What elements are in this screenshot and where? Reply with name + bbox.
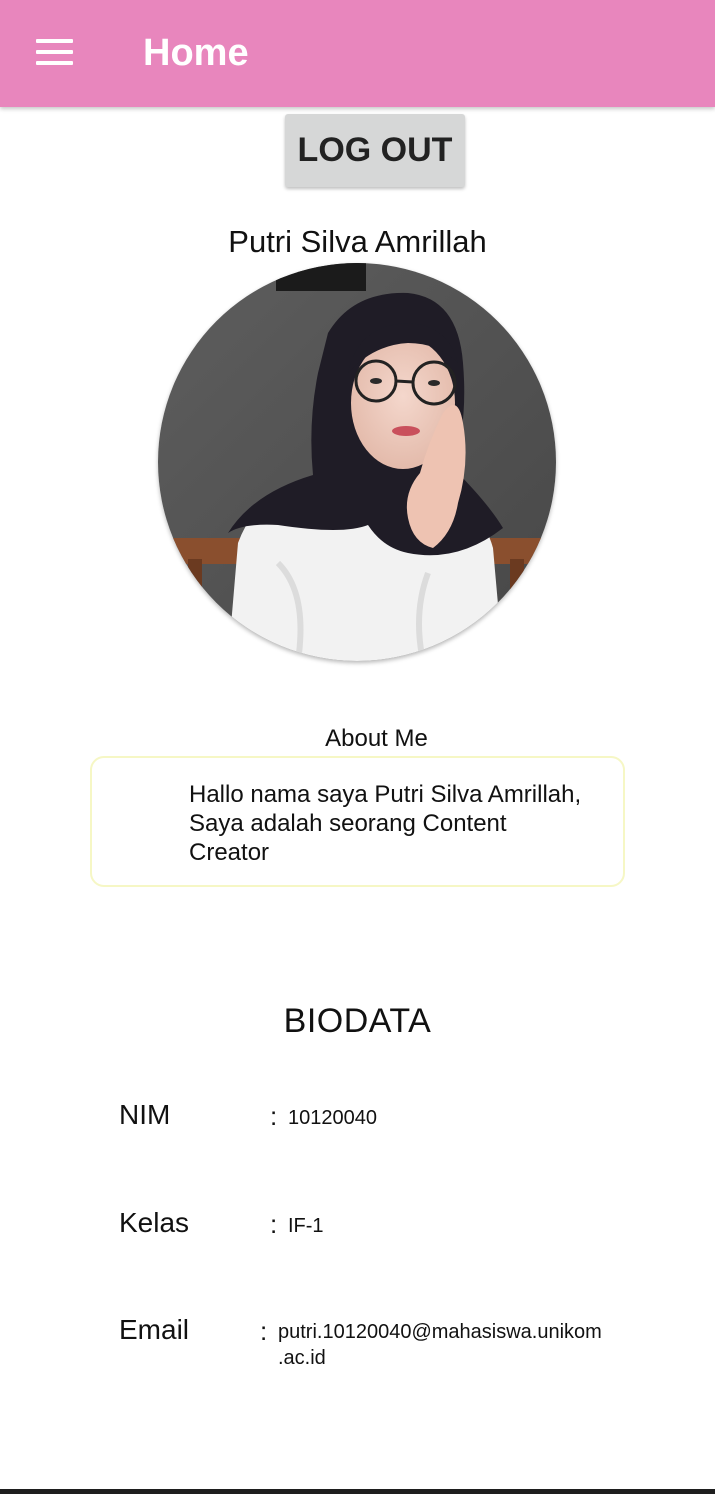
- kelas-label: Kelas: [119, 1207, 190, 1238]
- kelas-value: IF-1: [288, 1215, 324, 1237]
- profile-name: Putri Silva Amrillah: [228, 224, 487, 259]
- email-label: Email: [119, 1314, 190, 1345]
- nim-separator: :: [270, 1101, 278, 1131]
- biodata-title: BIODATA: [283, 1002, 432, 1040]
- home-screen: Home LOG OUT Putri Silva Amrillah About …: [0, 0, 715, 1494]
- app-bar-title: Home: [143, 32, 249, 74]
- bottom-divider: [0, 1489, 715, 1494]
- kelas-separator: :: [270, 1209, 278, 1239]
- email-value-line2: .ac.id: [278, 1347, 326, 1369]
- email-separator: :: [260, 1316, 268, 1346]
- profile-photo: [158, 263, 556, 661]
- email-value-line1: putri.10120040@mahasiswa.unikom: [278, 1321, 602, 1343]
- nim-value: 10120040: [288, 1107, 377, 1129]
- logout-button[interactable]: LOG OUT: [285, 114, 465, 187]
- nim-label: NIM: [119, 1099, 171, 1130]
- app-bar: Home: [0, 0, 715, 107]
- about-me-title: About Me: [325, 725, 428, 752]
- about-me-text: Hallo nama saya Putri Silva Amrillah, Sa…: [189, 781, 582, 866]
- about-me-card: Hallo nama saya Putri Silva Amrillah, Sa…: [90, 756, 625, 887]
- hamburger-menu-icon[interactable]: [28, 30, 82, 76]
